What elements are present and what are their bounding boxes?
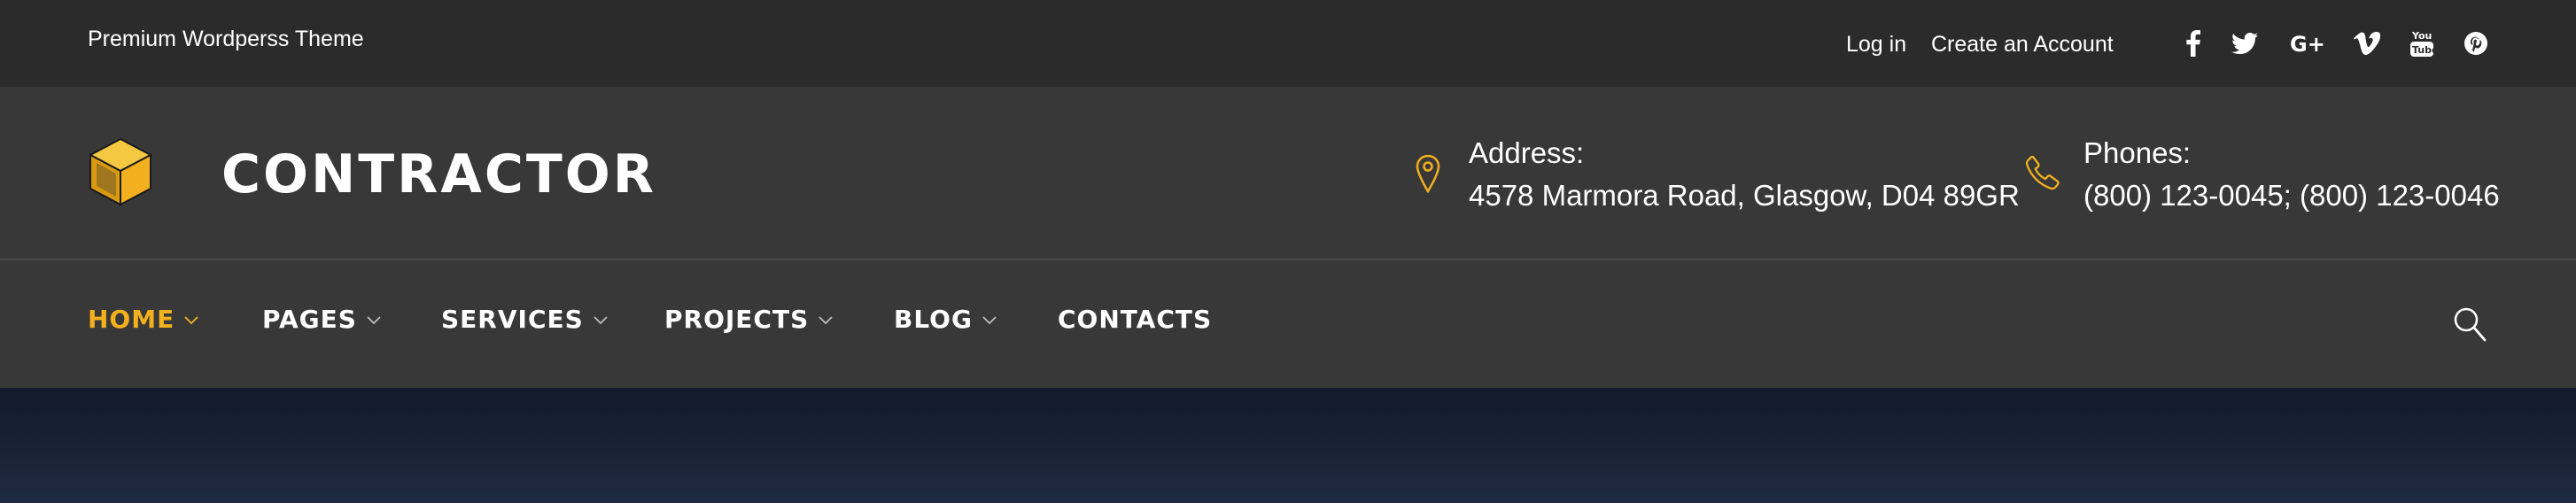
nav-item-label: BLOG: [894, 305, 973, 334]
nav-item-label: PAGES: [262, 305, 357, 334]
phone-icon: [2025, 155, 2060, 190]
facebook-icon[interactable]: [2178, 28, 2208, 58]
brand-name[interactable]: CONTRACTOR: [221, 143, 656, 205]
twitter-icon[interactable]: [2230, 28, 2260, 58]
nav-item-contacts[interactable]: CONTACTS: [1058, 305, 1212, 334]
chevron-down-icon: [594, 315, 608, 324]
nav-item-label: CONTACTS: [1058, 305, 1213, 334]
address-label: Address:: [1469, 136, 1585, 169]
chevron-down-icon: [184, 315, 198, 324]
main-nav: HOME PAGES SERVICES PROJECTS BLOG CONTAC…: [0, 260, 2576, 388]
nav-item-pages[interactable]: PAGES: [262, 305, 382, 334]
create-account-link[interactable]: Create an Account: [1931, 32, 2114, 58]
search-icon[interactable]: [2453, 306, 2487, 344]
youtube-icon[interactable]: You Tube: [2407, 28, 2437, 58]
pinterest-icon[interactable]: [2461, 28, 2491, 58]
svg-text:G+: G+: [2290, 32, 2325, 55]
cube-logo-icon[interactable]: [88, 136, 153, 207]
nav-item-projects[interactable]: PROJECTS: [664, 305, 834, 334]
address-value: 4578 Marmora Road, Glasgow, D04 89GR: [1469, 179, 2020, 212]
hero-banner: [0, 388, 2576, 503]
google-plus-icon[interactable]: G+: [2289, 28, 2326, 58]
vimeo-icon[interactable]: [2352, 28, 2382, 58]
phones-label: Phones:: [2083, 136, 2192, 169]
nav-item-home[interactable]: HOME: [88, 305, 199, 334]
login-link[interactable]: Log in: [1846, 32, 1906, 58]
svg-text:You: You: [2411, 30, 2432, 42]
chevron-down-icon: [982, 315, 997, 324]
site-tagline: Premium Wordperss Theme: [88, 27, 364, 51]
map-pin-icon: [1416, 154, 1440, 193]
site-header: CONTRACTOR Address: 4578 Marmora Road, G…: [0, 87, 2576, 260]
nav-item-blog[interactable]: BLOG: [894, 305, 997, 334]
nav-item-services[interactable]: SERVICES: [441, 305, 609, 334]
svg-text:Tube: Tube: [2412, 44, 2434, 56]
top-bar: Premium Wordperss Theme Log in Create an…: [0, 0, 2576, 87]
chevron-down-icon: [819, 315, 833, 324]
nav-item-label: SERVICES: [441, 305, 584, 334]
phones-value: (800) 123-0045; (800) 123-0046: [2083, 179, 2500, 212]
nav-item-label: HOME: [88, 305, 175, 334]
nav-item-label: PROJECTS: [664, 305, 810, 334]
chevron-down-icon: [367, 315, 381, 324]
